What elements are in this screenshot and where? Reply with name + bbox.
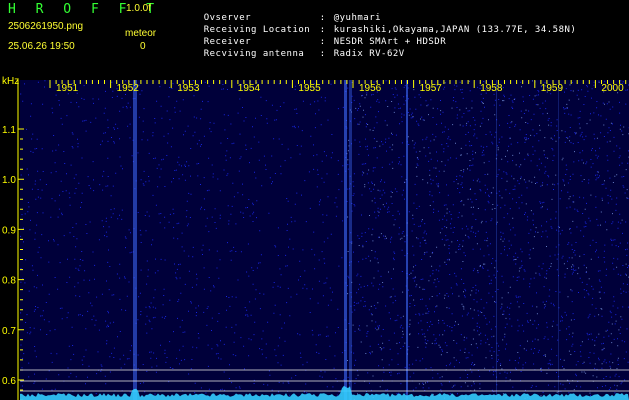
hrofft-window: H R O F F T 1.0.0f 2506261950.png meteor… [0,0,629,400]
spectrogram: kHz 1951 1952 1953 1954 1955 1956 1957 1958 1959 2… [2,76,629,400]
spectrogram-background [20,80,629,400]
freq-tick-label: 0.8 [2,276,16,287]
interference-streak [496,80,497,400]
interference-streak [344,80,347,400]
freq-tick-label: 0.9 [2,225,16,236]
time-tick-label: 1956 [359,83,382,94]
freq-tick-label: 0.6 [2,376,16,387]
time-tick-label: 1955 [298,83,321,94]
time-tick-label: 2000 [601,83,624,94]
freq-tick-label: 1.1 [2,125,16,136]
time-tick-label: 1957 [420,83,443,94]
unit-label: kHz [2,76,19,87]
interference-streak [558,80,559,400]
time-tick-label: 1952 [117,83,140,94]
time-tick-label: 1953 [177,83,200,94]
time-tick-label: 1951 [56,83,79,94]
freq-tick-label: 0.7 [2,326,16,337]
time-tick-label: 1954 [238,83,261,94]
interference-streak [349,80,352,400]
time-tick-label: 1959 [541,83,564,94]
freq-tick-label: 1.0 [2,175,16,186]
interference-streak [133,80,137,400]
interference-streak [406,80,408,400]
time-tick-label: 1958 [480,83,503,94]
